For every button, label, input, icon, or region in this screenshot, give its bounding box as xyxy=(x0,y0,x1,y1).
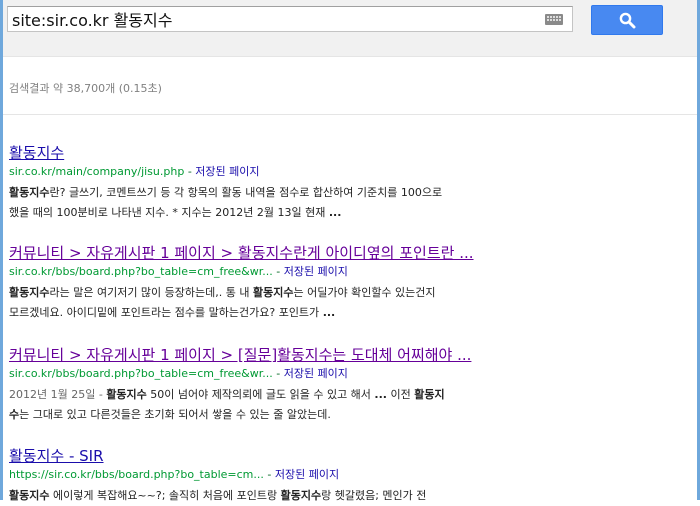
cached-page-link[interactable]: 저장된 페이지 xyxy=(284,265,348,278)
text-run: 활동지수 xyxy=(237,244,294,262)
result-url-separator: - xyxy=(272,367,284,380)
result-url-line: https://sir.co.kr/bbs/board.php?bo_table… xyxy=(9,467,609,483)
result-title[interactable]: 활동지수 xyxy=(9,144,64,162)
result-snippet: 2012년 1월 25일 - 활동지수 50이 넘어야 제작의뢰에 글도 읽을 … xyxy=(9,385,609,425)
highlighted-term: 활동지수 xyxy=(9,489,50,502)
text-run: 는 어딜가야 확인할수 있는건지 xyxy=(293,286,436,299)
search-box[interactable] xyxy=(7,6,573,32)
text-run: 했을 때의 100분비로 나타낸 지수. * 지수는 2012년 2월 13일 … xyxy=(9,206,329,219)
text-run: 라는 말은 여기저기 많이 등장하는데,. 통 내 xyxy=(49,286,253,299)
result-url-line: sir.co.kr/bbs/board.php?bo_table=cm_free… xyxy=(9,264,609,280)
search-result: 활동지수 sir.co.kr/main/company/jisu.php - 저… xyxy=(9,143,609,223)
search-result: 커뮤니티 > 자유게시판 1 페이지 > 활동지수란게 아이디옆의 포인트란 .… xyxy=(9,243,609,323)
text-run: 란게 아이디옆의 포인트란 ... xyxy=(293,244,474,262)
text-run: 랑 헷갈렸음; 멘인가 전 xyxy=(321,489,427,502)
result-snippet: 활동지수란? 글쓰기, 코멘트쓰기 등 각 항목의 활동 내역을 점수로 합산하… xyxy=(9,183,609,223)
result-title[interactable]: 활동지수 - SIR xyxy=(9,447,104,465)
result-url-line: sir.co.kr/main/company/jisu.php - 저장된 페이… xyxy=(9,164,609,180)
result-date: 2012년 1월 25일 - xyxy=(9,388,107,401)
highlighted-term: 활동지수 xyxy=(9,186,50,199)
highlighted-term: 활동지수 xyxy=(9,286,50,299)
result-snippet: 활동지수라는 말은 여기저기 많이 등장하는데,. 통 내 활동지수는 어딜가야… xyxy=(9,283,609,323)
search-icon xyxy=(619,12,636,29)
text-run: 50이 넘어야 제작의뢰에 글도 읽을 수 있고 해서 xyxy=(146,388,375,401)
cached-page-link[interactable]: 저장된 페이지 xyxy=(195,165,259,178)
highlighted-term: 활동지 xyxy=(414,388,445,401)
snippet-line: 활동지수라는 말은 여기저기 많이 등장하는데,. 통 내 활동지수는 어딜가야… xyxy=(9,283,609,303)
text-run: 이전 xyxy=(386,388,415,401)
result-url-line: sir.co.kr/bbs/board.php?bo_table=cm_free… xyxy=(9,366,609,382)
text-run: 는 도대체 어찌해야 ... xyxy=(332,346,472,364)
divider xyxy=(3,114,697,115)
highlighted-term: ... xyxy=(322,306,336,319)
search-input[interactable] xyxy=(12,9,532,29)
text-run: 활동지수 - SIR xyxy=(9,447,104,465)
result-url-separator: - xyxy=(272,265,284,278)
search-result: 커뮤니티 > 자유게시판 1 페이지 > [질문]활동지수는 도대체 어찌해야 … xyxy=(9,345,609,425)
keyboard-icon[interactable] xyxy=(545,14,563,25)
highlighted-term: 수 xyxy=(9,408,20,421)
result-title[interactable]: 커뮤니티 > 자유게시판 1 페이지 > 활동지수란게 아이디옆의 포인트란 .… xyxy=(9,244,474,262)
highlighted-term: ... xyxy=(374,388,387,401)
snippet-line: 2012년 1월 25일 - 활동지수 50이 넘어야 제작의뢰에 글도 읽을 … xyxy=(9,385,609,405)
text-run: 는 그대로 있고 다른것들은 초기화 되어서 쌓을 수 있는 줄 알았는데. xyxy=(19,408,331,421)
result-url: https://sir.co.kr/bbs/board.php?bo_table… xyxy=(9,468,264,481)
result-url: sir.co.kr/bbs/board.php?bo_table=cm_free… xyxy=(9,367,273,380)
text-run: 란? 글쓰기, 코멘트쓰기 등 각 항목의 활동 내역을 점수로 합산하여 기준… xyxy=(49,186,443,199)
text-run: 모르겠네요. 아이디밑에 포인트라는 점수를 말하는건가요? 포인트가 xyxy=(9,306,323,319)
result-url: sir.co.kr/main/company/jisu.php xyxy=(9,165,185,178)
cached-page-link[interactable]: 저장된 페이지 xyxy=(275,468,339,481)
result-url: sir.co.kr/bbs/board.php?bo_table=cm_free… xyxy=(9,265,273,278)
text-run: 활동지수 xyxy=(277,346,333,364)
search-button[interactable] xyxy=(591,5,663,35)
snippet-line: 했을 때의 100분비로 나타낸 지수. * 지수는 2012년 2월 13일 … xyxy=(9,203,609,223)
snippet-line: 활동지수란? 글쓰기, 코멘트쓰기 등 각 항목의 활동 내역을 점수로 합산하… xyxy=(9,183,609,203)
snippet-line: 활동지수 에이렇게 복잡해요~~?; 솔직히 처음에 포인트랑 활동지수랑 헷갈… xyxy=(9,486,609,506)
snippet-line: 수는 그대로 있고 다른것들은 초기화 되어서 쌓을 수 있는 줄 알았는데. xyxy=(9,405,609,425)
snippet-line: 모르겠네요. 아이디밑에 포인트라는 점수를 말하는건가요? 포인트가 ... xyxy=(9,303,609,323)
text-run: 커뮤니티 > 자유게시판 1 페이지 > [질문] xyxy=(9,346,278,364)
result-stats: 검색결과 약 38,700개 (0.15초) xyxy=(9,82,162,95)
search-header xyxy=(3,0,697,57)
highlighted-term: 활동지수 xyxy=(106,388,147,401)
highlighted-term: ... xyxy=(328,206,342,219)
text-run: 에이렇게 복잡해요~~?; 솔직히 처음에 포인트랑 xyxy=(49,489,281,502)
result-snippet: 활동지수 에이렇게 복잡해요~~?; 솔직히 처음에 포인트랑 활동지수랑 헷갈… xyxy=(9,486,609,506)
highlighted-term: 활동지수 xyxy=(253,286,294,299)
text-run: 커뮤니티 > 자유게시판 1 페이지 > xyxy=(9,244,238,262)
result-title[interactable]: 커뮤니티 > 자유게시판 1 페이지 > [질문]활동지수는 도대체 어찌해야 … xyxy=(9,346,471,364)
result-url-separator: - xyxy=(184,165,196,178)
result-url-separator: - xyxy=(263,468,275,481)
highlighted-term: 활동지수 xyxy=(280,489,322,502)
search-result: 활동지수 - SIR https://sir.co.kr/bbs/board.p… xyxy=(9,446,609,506)
text-run: 활동지수 xyxy=(9,144,65,162)
cached-page-link[interactable]: 저장된 페이지 xyxy=(284,367,348,380)
